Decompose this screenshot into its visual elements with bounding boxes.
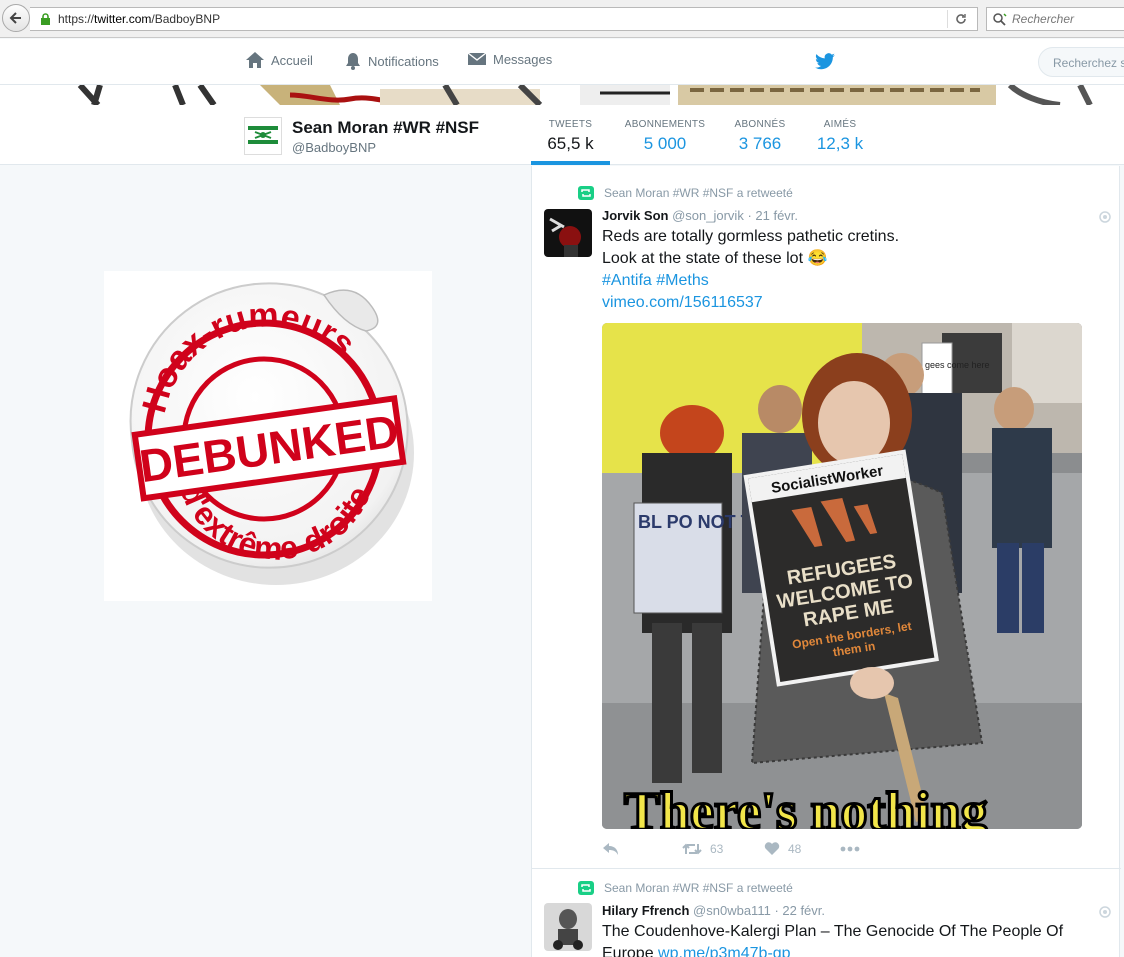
tweet-text-line: Europe	[602, 945, 654, 957]
stat-value: 3 766	[738, 134, 782, 153]
url-text: https://twitter.com/BadboyBNP	[58, 12, 221, 26]
tweet-text-line: The Coudenhove-Kalergi Plan – The Genoci…	[602, 923, 1064, 940]
bg-sign-text: gees come here	[925, 360, 990, 370]
tweet-date[interactable]: · 21 févr.	[747, 208, 798, 223]
nav-home-label: Accueil	[271, 52, 313, 68]
nav-notifications[interactable]: Notifications	[344, 51, 439, 71]
author-handle[interactable]: @sn0wba111	[693, 903, 771, 918]
retweet-small-icon	[578, 186, 594, 200]
stat-label: TWEETS	[548, 119, 593, 130]
retweet-context-text: Sean Moran #WR #NSF a retweeté	[604, 881, 793, 895]
profile-avatar[interactable]	[244, 117, 282, 155]
tweet-text: The Coudenhove-Kalergi Plan – The Genoci…	[602, 921, 1063, 957]
debunked-sticker-image: Hoax-rumeurs d'extrême-droite DEBUNKED	[104, 271, 432, 601]
stat-value: 65,5 k	[547, 134, 594, 153]
reload-icon	[955, 14, 966, 24]
author-name[interactable]: Jorvik Son	[602, 208, 668, 223]
tweet-header: Jorvik Son @son_jorvik · 21 févr.	[602, 208, 798, 223]
back-arrow-icon	[9, 12, 21, 24]
retweet-count: 63	[710, 842, 724, 856]
tweet-options-icon[interactable]	[1099, 905, 1111, 923]
twitter-bird-icon[interactable]	[814, 53, 836, 76]
nav-notifications-label: Notifications	[368, 53, 439, 69]
tweet-actions: 63 48	[602, 842, 860, 856]
tweet-header: Hilary Ffrench @sn0wba111 · 22 févr.	[602, 903, 825, 918]
tweet-date[interactable]: · 22 févr.	[774, 903, 825, 918]
retweet-context-text: Sean Moran #WR #NSF a retweeté	[604, 186, 793, 200]
tweet-text-line: Reds are totally gormless pathetic creti…	[602, 228, 900, 245]
tweet-text-line: Look at the state of these lot 😂	[602, 250, 828, 267]
browser-toolbar: https://twitter.com/BadboyBNP Rechercher	[0, 0, 1124, 38]
like-count: 48	[788, 842, 802, 856]
vimeo-link[interactable]: vimeo.com/156116537	[602, 294, 763, 311]
profile-name[interactable]: Sean Moran #WR #NSF	[292, 118, 479, 138]
stat-label: ABONNEMENTS	[624, 119, 706, 130]
back-button[interactable]	[2, 4, 30, 32]
avatar-image	[245, 118, 281, 154]
retweet-context: Sean Moran #WR #NSF a retweeté	[578, 186, 793, 200]
nav-messages[interactable]: Messages	[467, 51, 552, 67]
author-name[interactable]: Hilary Ffrench	[602, 903, 689, 918]
author-handle[interactable]: @son_jorvik	[672, 208, 744, 223]
stat-value: 5 000	[643, 134, 687, 153]
stat-value: 12,3 k	[816, 134, 864, 153]
tweet-media-photo[interactable]: gees come here BL PO NOT THE PEOPLE	[602, 323, 1082, 829]
profile-banner	[0, 85, 1124, 105]
author-avatar[interactable]	[544, 209, 592, 257]
retweet-context: Sean Moran #WR #NSF a retweeté	[578, 881, 793, 895]
tweet-options-icon[interactable]	[1099, 210, 1111, 228]
timeline: Sean Moran #WR #NSF a retweeté Jorvik So…	[531, 166, 1121, 957]
bell-icon	[346, 53, 360, 70]
retweet-button[interactable]: 63	[682, 842, 764, 856]
tweet-item[interactable]: Sean Moran #WR #NSF a retweeté Jorvik So…	[532, 166, 1121, 869]
nav-home[interactable]: Accueil	[245, 51, 313, 69]
heart-icon	[764, 842, 780, 855]
avatar-image	[544, 903, 592, 951]
twitter-top-nav: Accueil Notifications Messages Recherche…	[0, 39, 1124, 85]
author-avatar[interactable]	[544, 903, 592, 951]
avatar-image	[544, 209, 592, 257]
address-bar[interactable]: https://twitter.com/BadboyBNP	[30, 7, 978, 31]
reply-icon	[603, 843, 618, 855]
search-placeholder: Rechercher	[1012, 12, 1075, 26]
stat-tweets[interactable]: TWEETS 65,5 k	[531, 119, 610, 154]
envelope-icon	[467, 52, 487, 65]
reload-button[interactable]	[947, 10, 973, 28]
reply-button[interactable]	[602, 842, 682, 856]
tweet-item[interactable]: Sean Moran #WR #NSF a retweeté Hilary Ff…	[532, 870, 1121, 957]
stat-following[interactable]: ABONNEMENTS 5 000	[622, 119, 708, 154]
browser-search-field[interactable]: Rechercher	[986, 7, 1124, 31]
more-options-button[interactable]	[840, 846, 860, 852]
tweet-text: Reds are totally gormless pathetic creti…	[602, 226, 899, 314]
stat-label: ABONNÉS	[734, 119, 786, 130]
banner-image	[0, 85, 1124, 105]
twitter-search-input[interactable]: Recherchez s	[1038, 47, 1124, 77]
wp-link[interactable]: wp.me/p3m47b-gp	[658, 945, 791, 957]
search-icon	[993, 13, 1007, 26]
meme-caption: There's nothing	[624, 781, 988, 829]
like-button[interactable]: 48	[764, 842, 840, 856]
stat-likes[interactable]: AIMÉS 12,3 k	[808, 119, 872, 154]
active-tab-indicator	[531, 161, 610, 165]
lock-icon	[38, 12, 52, 26]
profile-nav: Sean Moran #WR #NSF @BadboyBNP TWEETS 65…	[0, 105, 1124, 165]
stat-followers[interactable]: ABONNÉS 3 766	[725, 119, 795, 154]
stat-label: AIMÉS	[823, 119, 857, 130]
retweet-icon	[682, 843, 702, 855]
nav-messages-label: Messages	[493, 51, 553, 67]
retweet-small-icon	[578, 881, 594, 895]
more-dots-icon	[840, 846, 860, 852]
profile-handle: @BadboyBNP	[292, 140, 377, 155]
home-icon	[246, 52, 264, 68]
hashtag-link[interactable]: #Antifa	[602, 272, 652, 289]
hashtag-link[interactable]: #Meths	[656, 272, 708, 289]
